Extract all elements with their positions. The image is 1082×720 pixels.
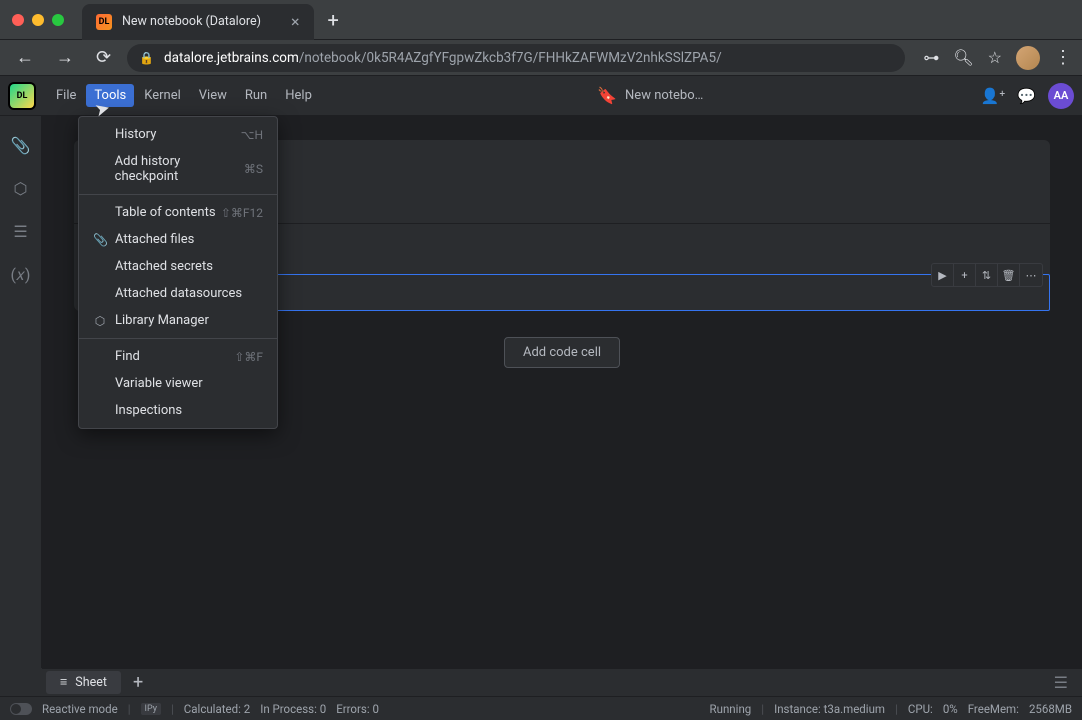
status-freemem-label: FreeMem: [968,702,1019,716]
sheet-tab[interactable]: ≡ Sheet [46,671,121,694]
reactive-label: Reactive mode [42,702,118,716]
toc-icon[interactable]: ☰ [13,222,27,241]
status-running: Running [710,702,752,716]
menu-item-label: Library Manager [115,313,209,328]
menu-view[interactable]: View [191,84,235,107]
menu-item-label: Attached secrets [115,259,213,274]
menu-find[interactable]: Find ⇧⌘F [79,343,277,370]
url-path: /notebook/0k5R4AZgfYFgpwZkcb3f7G/FHHkZAF… [299,50,722,66]
close-icon[interactable]: × [291,12,300,31]
address-bar[interactable]: 🔒 datalore.jetbrains.com/notebook/0k5R4A… [127,44,905,72]
menu-attached-files[interactable]: 📎 Attached files [79,226,277,253]
browser-chrome: DL New notebook (Datalore) × + [0,0,1082,40]
address-bar-row: ← → ⟳ 🔒 datalore.jetbrains.com/notebook/… [0,40,1082,76]
menu-shortcut: ⇧⌘F [234,350,263,364]
bookmark-icon[interactable]: 🔖 [597,86,617,105]
menu-file[interactable]: File [48,84,84,107]
favicon: DL [96,14,112,30]
lock-icon: 🔒 [139,51,154,65]
back-button[interactable]: ← [10,43,40,72]
reload-button[interactable]: ⟳ [90,43,117,72]
add-below-button[interactable]: + [954,264,976,286]
menu-variable-viewer[interactable]: Variable viewer [79,370,277,397]
status-instance: Instance: t3a.medium [774,702,885,716]
status-errors: Errors: 0 [336,702,379,716]
sheet-bar: ≡ Sheet + ☰ [42,668,1082,696]
menu-toc[interactable]: Table of contents ⇧⌘F12 [79,199,277,226]
menu-item-label: History [115,127,156,142]
app-header: DL File Tools Kernel View Run Help 🔖 New… [0,76,1082,116]
add-code-cell-button[interactable]: Add code cell [504,337,620,368]
menu-shortcut: ⇧⌘F12 [221,206,263,220]
ipy-badge[interactable]: IPy [141,703,161,715]
menu-run[interactable]: Run [237,84,275,107]
menu-inspections[interactable]: Inspections [79,397,277,424]
move-cell-button[interactable]: ⇅ [976,264,998,286]
notebook-name[interactable]: New notebo… [625,88,703,103]
menu-separator [79,194,277,195]
menu-item-label: Variable viewer [115,376,203,391]
menu-item-label: Find [115,349,140,364]
app-logo[interactable]: DL [8,82,36,110]
status-cpu-val: 0% [943,702,958,716]
left-rail: 📎 ⬡ ☰ (𝑥) [0,116,42,668]
menu-item-label: Table of contents [115,205,216,220]
variable-icon[interactable]: (𝑥) [11,265,31,285]
package-icon: ⬡ [93,314,107,328]
new-tab-button[interactable]: + [328,8,339,32]
more-cell-button[interactable]: ⋯ [1020,264,1042,286]
menu-library-manager[interactable]: ⬡ Library Manager [79,307,277,334]
url-host: datalore.jetbrains.com [164,50,299,66]
menu-item-label: Attached files [115,232,194,247]
status-inprocess: In Process: 0 [260,702,326,716]
add-sheet-button[interactable]: + [125,672,151,693]
cell-toolbar: ▶ + ⇅ 🗑 ⋯ [931,263,1043,287]
browser-tab[interactable]: DL New notebook (Datalore) × [82,4,314,40]
header-center: 🔖 New notebo… [320,86,981,105]
menu-separator [79,338,277,339]
tools-dropdown: History ⌥H Add history checkpoint ⌘S Tab… [78,116,278,429]
menu-kernel[interactable]: Kernel [136,84,189,107]
reactive-toggle[interactable] [10,703,32,715]
profile-avatar[interactable] [1016,46,1040,70]
menu-help[interactable]: Help [277,84,320,107]
status-freemem-val: 2568MB [1029,702,1072,716]
run-cell-button[interactable]: ▶ [932,264,954,286]
search-icon[interactable]: 🔍︎ [953,48,973,67]
menu-tools[interactable]: Tools [86,84,134,107]
sheet-icon: ≡ [60,675,67,690]
window-maximize[interactable] [52,14,64,26]
forward-button[interactable]: → [50,43,80,72]
menu-attached-datasources[interactable]: Attached datasources [79,280,277,307]
window-minimize[interactable] [32,14,44,26]
status-calculated: Calculated: 2 [184,702,250,716]
package-icon[interactable]: ⬡ [14,179,28,198]
delete-cell-button[interactable]: 🗑 [998,264,1020,286]
menu-add-checkpoint[interactable]: Add history checkpoint ⌘S [79,148,277,190]
menu-item-label: Attached datasources [115,286,242,301]
window-close[interactable] [12,14,24,26]
user-avatar[interactable]: AA [1048,83,1074,109]
attachments-icon[interactable]: 📎 [11,136,31,155]
paperclip-icon: 📎 [93,233,107,247]
menu-item-label: Inspections [115,403,182,418]
status-bar: Reactive mode | IPy | Calculated: 2 In P… [0,696,1082,720]
menu-attached-secrets[interactable]: Attached secrets [79,253,277,280]
menu-shortcut: ⌘S [244,162,263,176]
menu-shortcut: ⌥H [241,128,263,142]
traffic-lights [12,14,64,26]
sheet-list-icon[interactable]: ☰ [1054,673,1078,692]
share-icon[interactable]: 👤⁺ [981,87,1006,105]
browser-menu-icon[interactable]: ⋮ [1054,47,1072,68]
sheet-label: Sheet [75,675,107,690]
menu-history[interactable]: History ⌥H [79,121,277,148]
key-icon[interactable]: ⊶ [923,48,939,67]
feedback-icon[interactable]: 💬 [1017,87,1036,105]
menu-bar: File Tools Kernel View Run Help [48,84,320,107]
menu-item-label: Add history checkpoint [115,154,244,184]
tab-title: New notebook (Datalore) [122,14,261,29]
star-icon[interactable]: ☆ [988,48,1002,67]
status-cpu-label: CPU: [908,702,933,716]
